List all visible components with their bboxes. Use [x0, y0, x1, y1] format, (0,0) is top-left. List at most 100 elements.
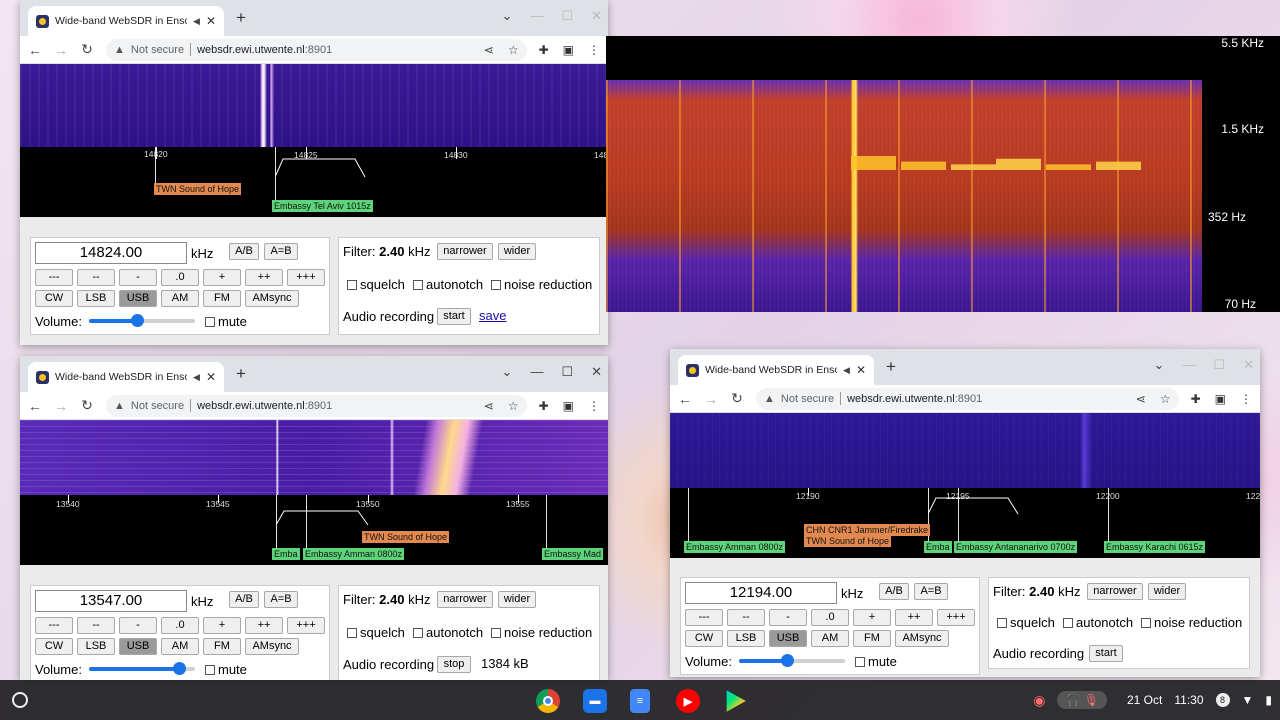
menu-icon[interactable]: ⋮ [1240, 392, 1252, 406]
share-icon[interactable]: ⋖ [484, 399, 494, 413]
step-button[interactable]: --- [35, 269, 73, 286]
step-button[interactable]: - [119, 269, 157, 286]
tab-close-icon[interactable]: ✕ [206, 14, 216, 28]
play-store-icon[interactable] [726, 690, 746, 712]
mode-usb-button[interactable]: USB [119, 638, 157, 655]
step-button[interactable]: ++ [245, 617, 283, 634]
headset-icon[interactable]: 🎧 🎙 [1057, 691, 1107, 709]
mode-am-button[interactable]: AM [161, 290, 199, 307]
reload-icon[interactable]: ↻ [730, 390, 744, 407]
frequency-input[interactable]: 12194.00 [685, 582, 837, 604]
maximize-icon[interactable]: ☐ [561, 8, 573, 24]
tab-websdr[interactable]: Wide-band WebSDR in Ensc ◀ ✕ [678, 355, 874, 385]
status-tray[interactable]: ◉ 🎧 🎙 21 Oct 11:30 8 ▼ ▮ [1033, 686, 1272, 714]
docs-icon[interactable]: ≡ [630, 689, 650, 713]
mode-fm-button[interactable]: FM [203, 290, 241, 307]
frequency-input[interactable]: 14824.00 [35, 242, 187, 264]
tab-websdr[interactable]: Wide-band WebSDR in Ensc ◀ ✕ [28, 362, 224, 392]
step-button[interactable]: + [203, 617, 241, 634]
tab-websdr[interactable]: Wide-band WebSDR in Ensc ◀ ✕ [28, 6, 224, 36]
step-button[interactable]: + [853, 609, 891, 626]
wider-button[interactable]: wider [498, 591, 536, 608]
step-button[interactable]: - [769, 609, 807, 626]
extensions-icon[interactable]: ✚ [539, 43, 549, 57]
frequency-scale[interactable]: 12190 12195 12200 122 Embassy Amman 0800… [670, 488, 1260, 558]
waterfall[interactable] [20, 64, 608, 147]
files-icon[interactable]: ▬ [583, 689, 607, 713]
notification-badge[interactable]: 8 [1215, 693, 1230, 707]
record-start-button[interactable]: start [1089, 645, 1123, 662]
chrome-icon[interactable] [536, 689, 560, 713]
extensions-icon[interactable]: ✚ [1191, 392, 1201, 406]
squelch-checkbox[interactable] [997, 618, 1007, 628]
step-button[interactable]: .0 [811, 609, 849, 626]
forward-icon[interactable]: → [704, 391, 718, 407]
station-label[interactable]: TWN Sound of Hope [362, 531, 450, 543]
close-window-icon[interactable]: ✕ [591, 8, 602, 24]
side-panel-icon[interactable]: ▣ [1215, 392, 1226, 406]
station-label[interactable]: Embassy Antananarivo 0700z [954, 541, 1078, 553]
step-button[interactable]: -- [77, 269, 115, 286]
volume-slider[interactable] [739, 654, 845, 667]
step-button[interactable]: --- [35, 617, 73, 634]
mute-checkbox[interactable] [855, 657, 865, 667]
share-icon[interactable]: ⋖ [484, 43, 494, 57]
minimize-icon[interactable]: — [530, 364, 543, 380]
youtube-icon[interactable]: ▶ [676, 689, 700, 713]
launcher-icon[interactable] [12, 692, 28, 708]
station-label[interactable]: TWN Sound of Hope [154, 183, 242, 195]
step-button[interactable]: - [119, 617, 157, 634]
a-equals-b-button[interactable]: A=B [264, 243, 298, 260]
station-label[interactable]: TWN Sound of Hope [804, 535, 892, 547]
mode-usb-button[interactable]: USB [769, 630, 807, 647]
bookmark-star-icon[interactable]: ☆ [508, 399, 519, 413]
back-icon[interactable]: ← [28, 398, 42, 414]
mode-am-button[interactable]: AM [811, 630, 849, 647]
step-button[interactable]: -- [77, 617, 115, 634]
bookmark-star-icon[interactable]: ☆ [1160, 392, 1171, 406]
station-label[interactable]: Emba [924, 541, 952, 553]
menu-icon[interactable]: ⋮ [588, 399, 600, 413]
mode-amsync-button[interactable]: AMsync [245, 638, 299, 655]
tab-mute-icon[interactable]: ◀ [193, 372, 200, 383]
station-label[interactable]: Embassy Karachi 0615z [1104, 541, 1206, 553]
bookmark-star-icon[interactable]: ☆ [508, 43, 519, 57]
mute-checkbox[interactable] [205, 665, 215, 675]
noise-reduction-checkbox[interactable] [491, 280, 501, 290]
noise-reduction-checkbox[interactable] [491, 628, 501, 638]
step-button[interactable]: +++ [287, 269, 325, 286]
a-equals-b-button[interactable]: A=B [914, 583, 948, 600]
station-label[interactable]: Embassy Amman 0800z [303, 548, 405, 560]
maximize-icon[interactable]: ☐ [1213, 357, 1225, 373]
address-bar[interactable]: ▲ Not secure websdr.ewi.utwente.nl:8901 … [756, 387, 1179, 410]
waterfall[interactable] [20, 420, 608, 495]
waterfall[interactable] [670, 413, 1260, 488]
station-label[interactable]: Embassy Mad [542, 548, 604, 560]
narrower-button[interactable]: narrower [1087, 583, 1143, 600]
noise-reduction-checkbox[interactable] [1141, 618, 1151, 628]
mode-cw-button[interactable]: CW [685, 630, 723, 647]
reload-icon[interactable]: ↻ [80, 397, 94, 414]
mode-fm-button[interactable]: FM [203, 638, 241, 655]
tab-search-icon[interactable]: ⌄ [502, 8, 513, 24]
volume-slider[interactable] [89, 662, 195, 675]
reload-icon[interactable]: ↻ [80, 41, 94, 58]
autonotch-checkbox[interactable] [413, 628, 423, 638]
mode-lsb-button[interactable]: LSB [77, 638, 115, 655]
forward-icon[interactable]: → [54, 398, 68, 414]
record-start-button[interactable]: start [437, 308, 471, 325]
a-equals-b-button[interactable]: A=B [264, 591, 298, 608]
passband-outline[interactable] [276, 503, 386, 533]
ab-button[interactable]: A/B [879, 583, 909, 600]
narrower-button[interactable]: narrower [437, 243, 493, 260]
autonotch-checkbox[interactable] [413, 280, 423, 290]
ab-button[interactable]: A/B [229, 591, 259, 608]
address-bar[interactable]: ▲ Not secure websdr.ewi.utwente.nl:8901 … [106, 394, 527, 417]
side-panel-icon[interactable]: ▣ [563, 399, 574, 413]
tab-close-icon[interactable]: ✕ [856, 363, 866, 377]
menu-icon[interactable]: ⋮ [588, 43, 600, 57]
mute-checkbox[interactable] [205, 317, 215, 327]
frequency-scale[interactable]: 14820 14825 14830 148 TWN Sound of Hope … [20, 147, 608, 217]
mode-usb-button[interactable]: USB [119, 290, 157, 307]
squelch-checkbox[interactable] [347, 280, 357, 290]
